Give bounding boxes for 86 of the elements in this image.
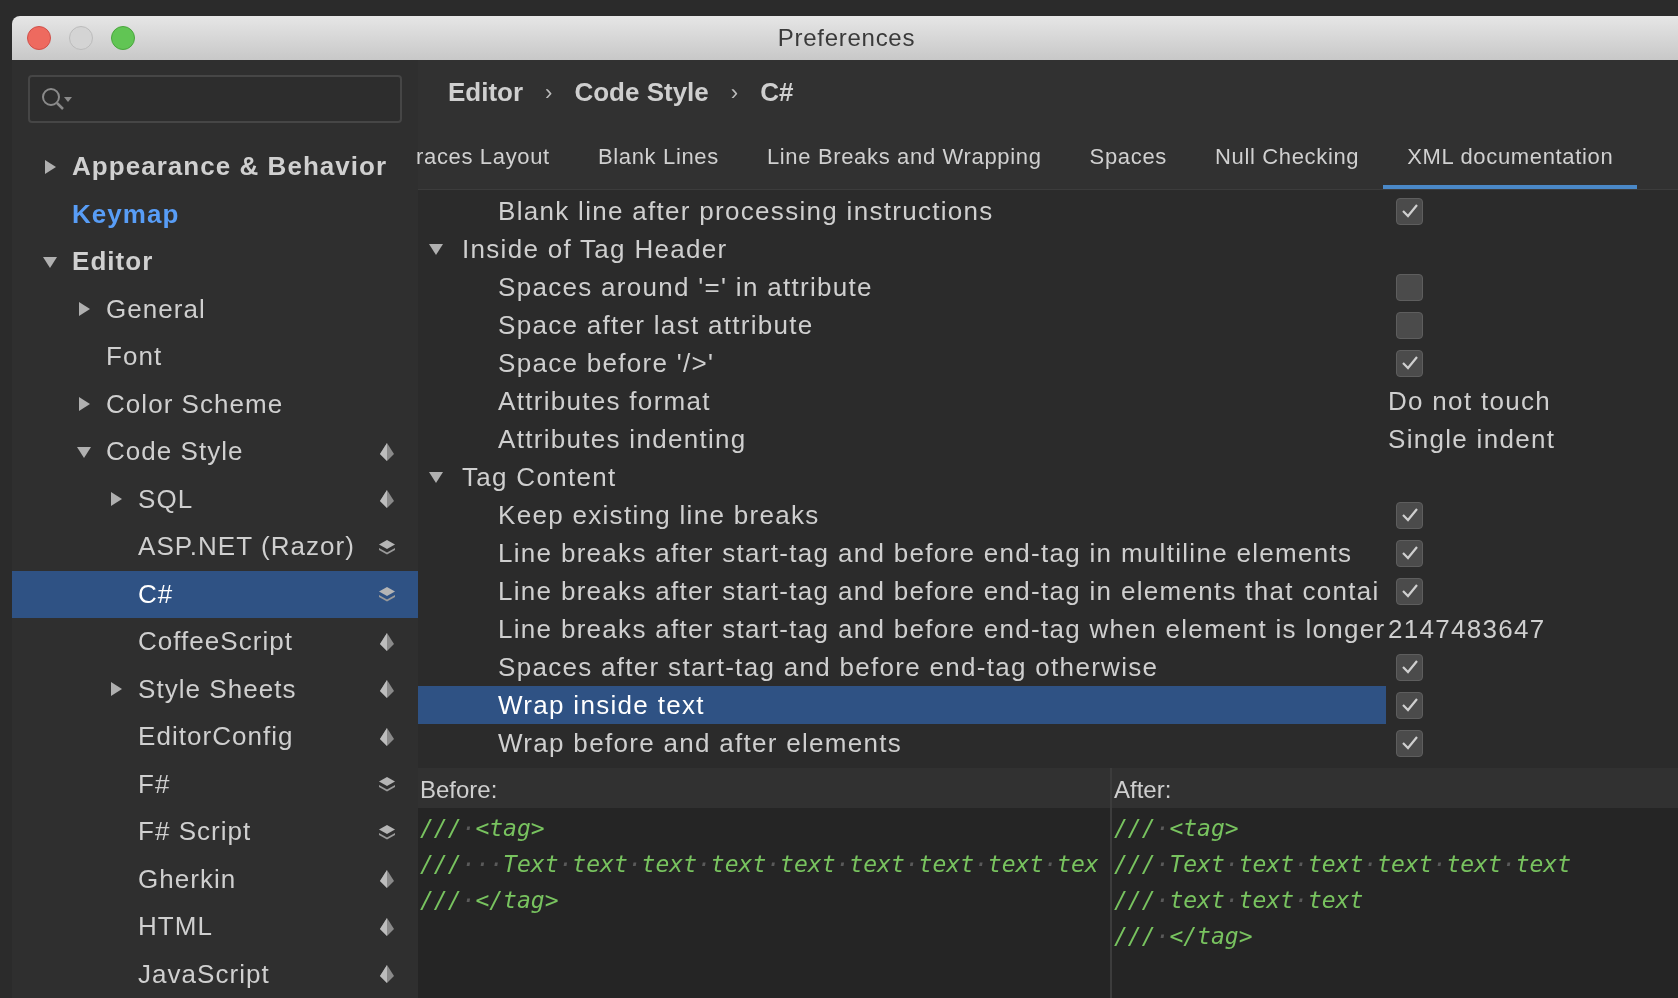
tab[interactable]: Blank Lines (573, 123, 743, 189)
tree-item[interactable]: Code Style (12, 428, 418, 476)
checkbox[interactable] (1396, 577, 1423, 605)
tree-item[interactable]: Keymap (12, 190, 418, 238)
setting-label[interactable]: Spaces around '=' in attribute (418, 268, 1386, 306)
setting-label[interactable]: Attributes format (418, 382, 1386, 420)
check-icon (1400, 203, 1419, 219)
breadcrumb-separator: › (545, 78, 553, 107)
setting-value[interactable]: 2147483647 (1386, 609, 1546, 649)
expanded-arrow-icon[interactable] (428, 469, 444, 485)
setting-value[interactable]: Do not touch (1386, 381, 1552, 421)
group-label: Tag Content (462, 460, 617, 494)
setting-label[interactable]: Line breaks after start-tag and before end-tag in elements that contai (418, 572, 1386, 610)
code-line: ///·<tag> (420, 814, 546, 843)
setting-label[interactable]: Blank line after processing instructions (418, 192, 1386, 230)
tab[interactable]: races Layout (416, 123, 574, 189)
tab[interactable]: Spaces (1065, 123, 1191, 189)
tree-item[interactable]: HTML (12, 903, 418, 951)
tree-item[interactable]: F# (12, 760, 418, 808)
check-icon (1400, 355, 1419, 371)
expanded-arrow-icon[interactable] (428, 241, 444, 257)
checkbox[interactable] (1396, 653, 1423, 681)
checkbox[interactable] (1396, 729, 1423, 757)
code-line: ///·</tag> (420, 886, 560, 915)
window-title: Preferences (777, 23, 916, 53)
setting-label[interactable]: Line breaks after start-tag and before end-tag in multiline elements (418, 534, 1386, 572)
close-button[interactable] (27, 26, 51, 50)
setting-value[interactable]: Single indent (1386, 419, 1556, 459)
code-line: ///·text·text·text (1114, 886, 1365, 915)
collapsed-arrow-icon[interactable] (76, 396, 92, 413)
check-icon (1400, 697, 1419, 713)
code-line: ///·<tag> (1114, 814, 1240, 843)
tree-item[interactable]: Style Sheets (12, 665, 418, 713)
setting-label[interactable]: Attributes indenting (418, 420, 1386, 458)
check-icon (1400, 583, 1419, 599)
tree-item[interactable]: General (12, 285, 418, 333)
check-icon (1400, 545, 1419, 561)
tree-item[interactable]: Editor (12, 238, 418, 286)
group-row[interactable]: Inside of Tag Header (418, 230, 1678, 268)
checkbox[interactable] (1396, 197, 1423, 225)
check-icon (1400, 735, 1419, 751)
tree-item[interactable]: Color Scheme (12, 380, 418, 428)
setting-label[interactable]: Wrap before and after elements (418, 724, 1386, 762)
breadcrumb-separator: › (730, 78, 739, 107)
tree-item[interactable]: EditorConfig (12, 713, 418, 761)
setting-label[interactable]: Space after last attribute (418, 306, 1386, 344)
breadcrumb-item[interactable]: Editor (448, 72, 524, 112)
tab[interactable]: Line Breaks and Wrapping (742, 123, 1066, 189)
check-icon (1400, 507, 1419, 523)
preview-label: After: (1113, 775, 1173, 805)
setting-label[interactable]: Space before '/>' (418, 344, 1386, 382)
tree-item[interactable]: Appearance & Behavior (12, 143, 418, 191)
tree-item[interactable]: SQL (12, 475, 418, 523)
search-field[interactable] (28, 75, 402, 123)
group-label: Inside of Tag Header (462, 232, 728, 266)
group-row[interactable]: Tag Content (418, 458, 1678, 496)
checkbox[interactable] (1396, 349, 1423, 377)
checkbox[interactable] (1396, 539, 1423, 567)
collapsed-arrow-icon[interactable] (108, 491, 124, 508)
checkbox[interactable] (1396, 273, 1423, 301)
tree-item[interactable]: JavaScript (12, 950, 418, 998)
tree-item[interactable]: F# Script (12, 808, 418, 856)
setting-label[interactable]: Line breaks after start-tag and before end-tag when element is longer (418, 610, 1386, 648)
checkbox[interactable] (1396, 501, 1423, 529)
tree-item[interactable]: Font (12, 333, 418, 381)
breadcrumb-item[interactable]: C# (760, 72, 794, 112)
check-icon (1400, 659, 1419, 675)
collapsed-arrow-icon[interactable] (42, 158, 58, 175)
code-line: ///·Text·text·text·text·text·text (1114, 850, 1573, 879)
code-line: ///···Text·text·text·text·text·text·text·text·tex (420, 850, 1100, 879)
setting-label[interactable]: Wrap inside text (418, 686, 1386, 724)
tree-item[interactable]: CoffeeScript (12, 618, 418, 666)
tree-item[interactable]: C# (12, 570, 418, 618)
breadcrumb-item[interactable]: Code Style (574, 72, 709, 112)
checkbox[interactable] (1396, 691, 1423, 719)
checkbox[interactable] (1396, 311, 1423, 339)
tab[interactable]: Null Checking (1190, 123, 1384, 189)
tree-item[interactable]: ASP.NET (Razor) (12, 523, 418, 571)
setting-label[interactable]: Keep existing line breaks (418, 496, 1386, 534)
setting-label[interactable]: Spaces after start-tag and before end-tag otherwise (418, 648, 1386, 686)
preview-label: Before: (419, 775, 499, 805)
collapsed-arrow-icon[interactable] (108, 681, 124, 698)
tree-item[interactable]: Gherkin (12, 855, 418, 903)
search-icon (40, 86, 74, 112)
code-line: ///·</tag> (1114, 922, 1254, 951)
collapsed-arrow-icon[interactable] (76, 301, 92, 318)
